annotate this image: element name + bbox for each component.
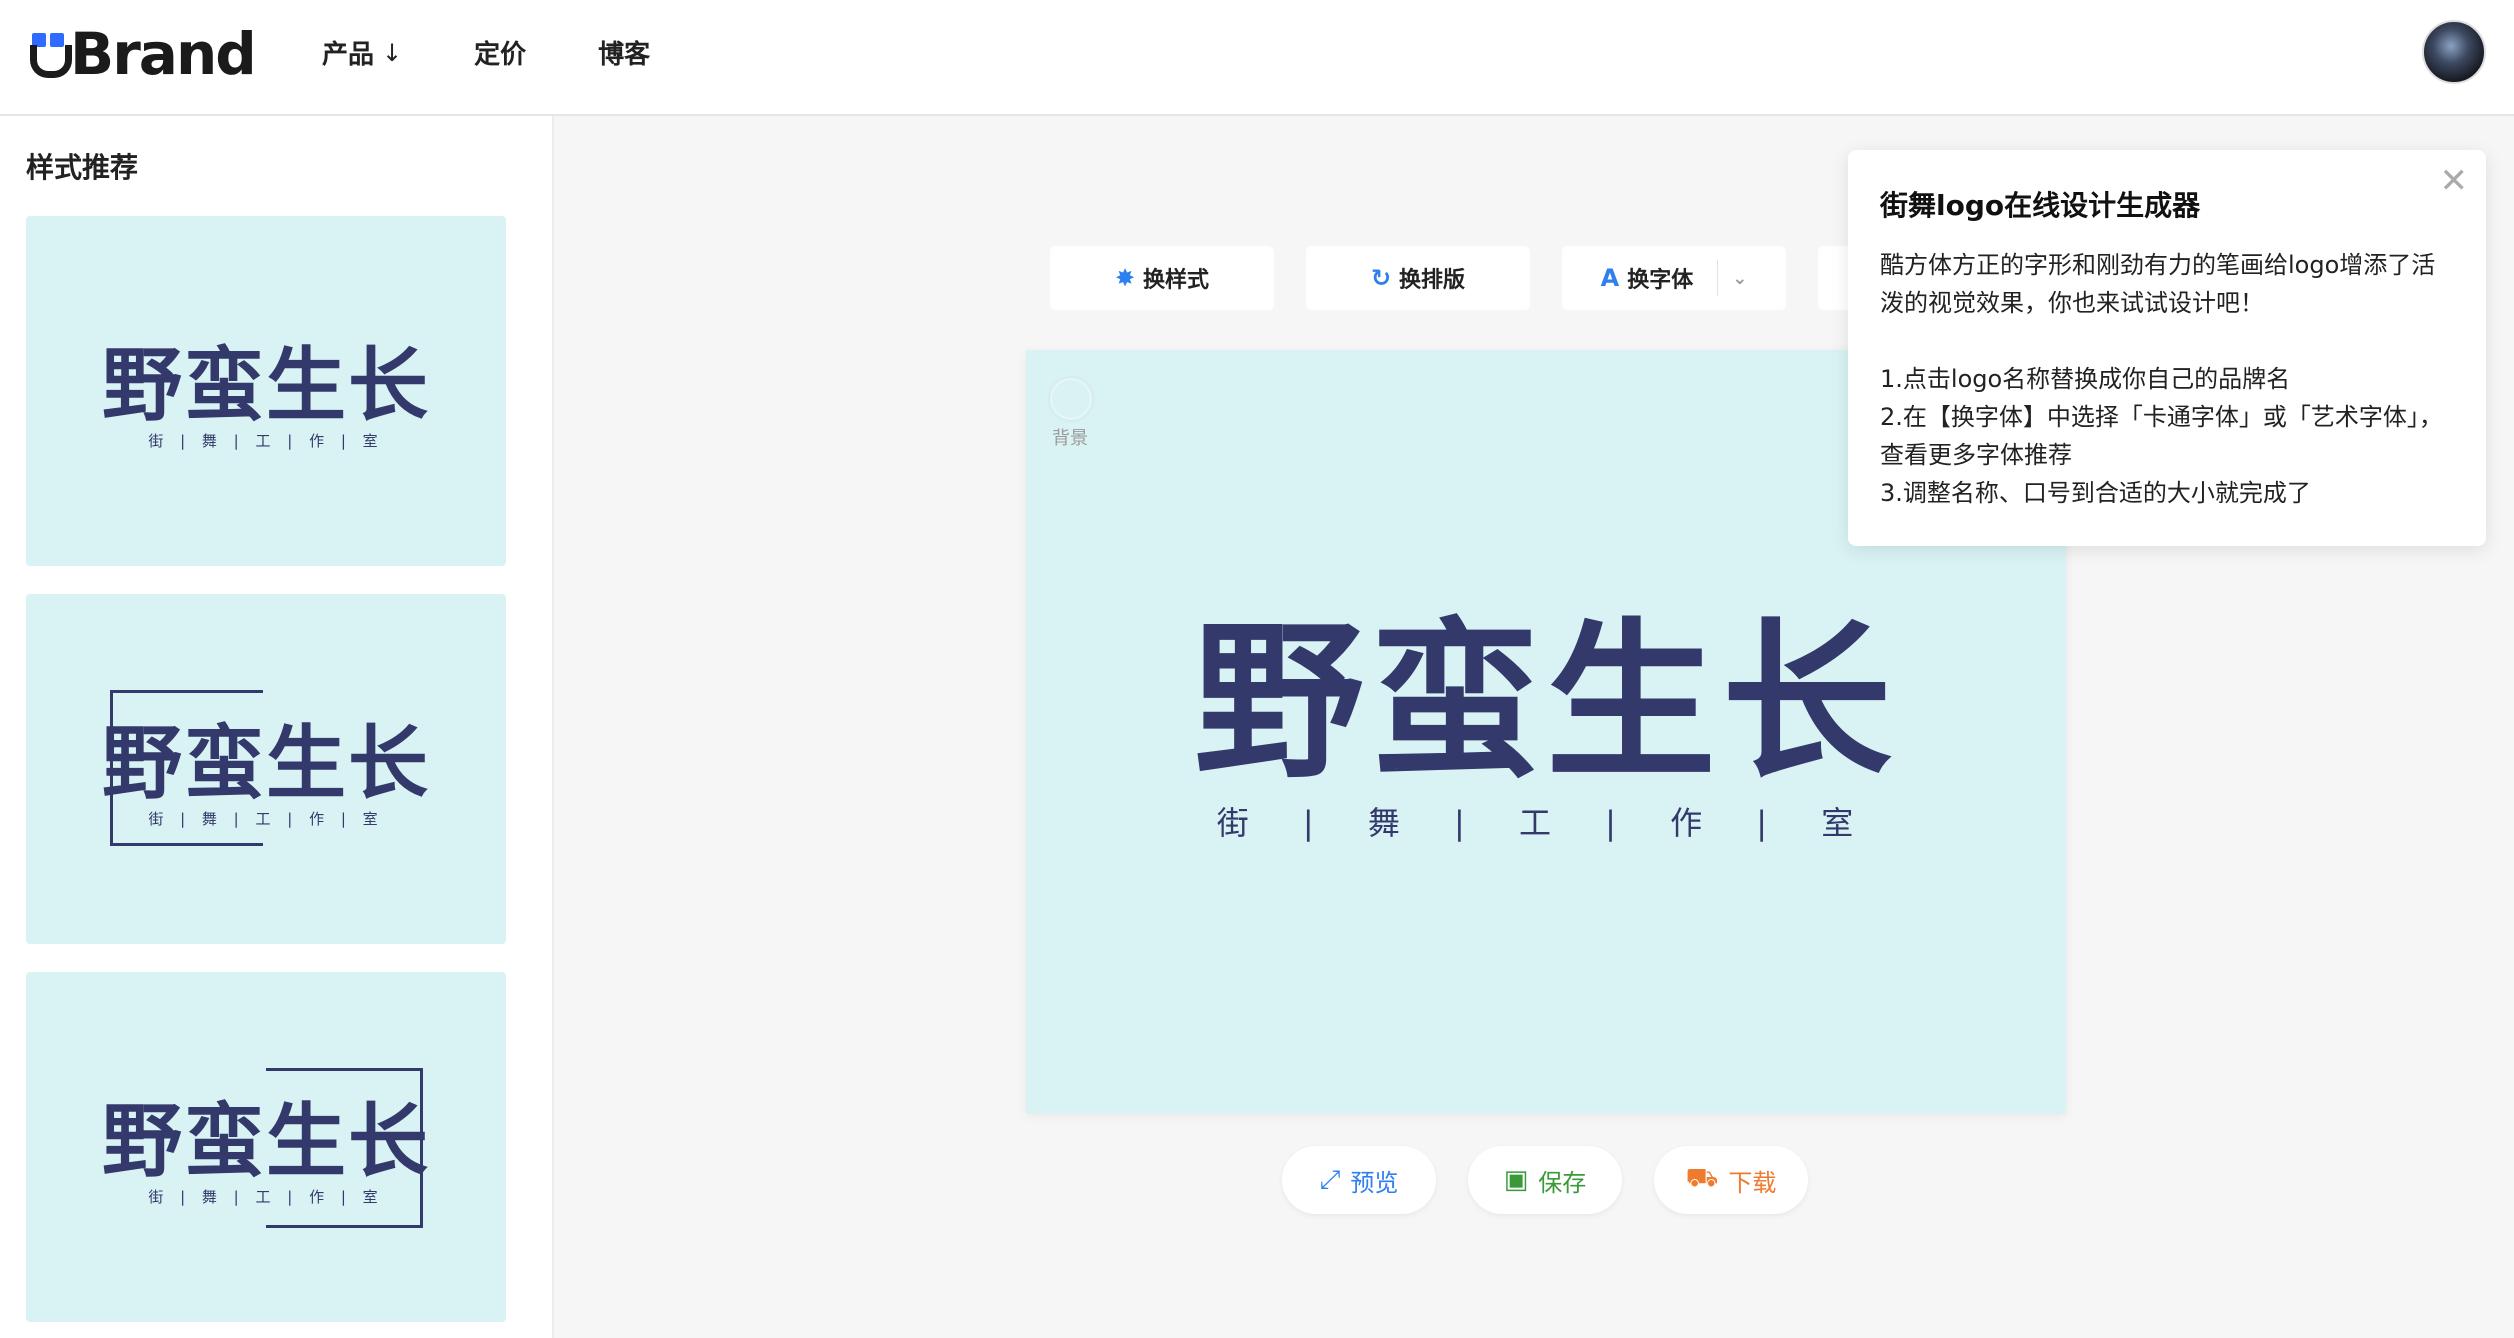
save-button[interactable]: ▣ 保存 (1468, 1146, 1622, 1214)
tooltip-step-1: 1.点击logo名称替换成你自己的品牌名 (1880, 365, 2291, 393)
logo-cup (30, 45, 72, 78)
change-style-button[interactable]: ✸ 换样式 (1050, 246, 1274, 310)
font-a-icon: A (1600, 264, 1620, 292)
style-thumb-3[interactable]: 野蛮生长 街 | 舞 | 工 | 作 | 室 (26, 972, 506, 1322)
logo-brand-name[interactable]: 野蛮生长 (1026, 618, 2066, 788)
close-icon[interactable]: ✕ (2440, 164, 2469, 198)
tooltip-step-2: 2.在【换字体】中选择「卡通字体」或「艺术字体」，查看更多字体推荐 (1880, 403, 2443, 469)
change-font-button[interactable]: A 换字体 ⌄ (1562, 246, 1786, 310)
main-nav: 产品 ↓ 定价 博客 (322, 34, 722, 71)
style-thumb-2[interactable]: 野蛮生长 街 | 舞 | 工 | 作 | 室 (26, 594, 506, 944)
thumb-brand: 野蛮生长 (102, 339, 430, 432)
save-icon: ▣ (1503, 1165, 1529, 1195)
nav-item-blog[interactable]: 博客 (598, 34, 650, 71)
change-style-label: 换样式 (1143, 268, 1210, 293)
guide-tooltip: ✕ 街舞logo在线设计生成器 酷方体方正的字形和刚劲有力的笔画给logo增添了… (1848, 150, 2486, 546)
thumb-slogan: 街 | 舞 | 工 | 作 | 室 (148, 1188, 384, 1206)
nav-item-label: 定价 (474, 40, 527, 70)
logo-slogan[interactable]: 街 | 舞 | 工 | 作 | 室 (1026, 798, 2066, 844)
nav-item-label: 博客 (598, 40, 651, 70)
tooltip-body: 酷方体方正的字形和刚劲有力的笔画给logo增添了活泼的视觉效果，你也来试试设计吧… (1880, 246, 2454, 512)
thumb-slogan: 街 | 舞 | 工 | 作 | 室 (148, 810, 384, 828)
style-sidebar: 样式推荐 野蛮生长 街 | 舞 | 工 | 作 | 室 野蛮生长 街 | 舞 |… (0, 116, 554, 1338)
cart-icon: ⛟ (1685, 1163, 1719, 1193)
download-button[interactable]: ⛟ 下载 (1654, 1146, 1808, 1214)
editor-toolbar: ✸ 换样式 ↻ 换排版 A 换字体 ⌄ (1050, 246, 1890, 310)
tooltip-title: 街舞logo在线设计生成器 (1880, 189, 2201, 222)
thumb-brand: 野蛮生长 (102, 1095, 430, 1188)
chevron-down-icon[interactable]: ⌄ (1732, 268, 1747, 289)
sparkle-icon: ✸ (1114, 264, 1136, 292)
change-layout-button[interactable]: ↻ 换排版 (1306, 246, 1530, 310)
nav-item-pricing[interactable]: 定价 (474, 34, 526, 71)
refresh-icon: ↻ (1370, 264, 1392, 292)
preview-button[interactable]: ⤢ 预览 (1282, 1146, 1436, 1214)
logo-u-mark (28, 29, 72, 79)
split-divider (1717, 260, 1719, 296)
user-avatar[interactable] (2422, 20, 2486, 84)
canvas-actions: ⤢ 预览 ▣ 保存 ⛟ 下载 (1282, 1146, 1840, 1214)
save-label: 保存 (1538, 1168, 1587, 1197)
change-layout-label: 换排版 (1399, 268, 1466, 293)
preview-label: 预览 (1350, 1168, 1399, 1197)
background-label: 背景 (1052, 428, 1088, 449)
top-header: Brand 产品 ↓ 定价 博客 (0, 0, 2514, 116)
sidebar-title: 样式推荐 (26, 151, 139, 184)
tooltip-intro: 酷方体方正的字形和刚劲有力的笔画给logo增添了活泼的视觉效果，你也来试试设计吧… (1880, 251, 2436, 317)
expand-icon: ⤢ (1319, 1164, 1341, 1195)
arrow-down-icon: ↓ (382, 38, 403, 67)
tooltip-gap (1880, 322, 2454, 360)
tooltip-step-3: 3.调整名称、口号到合适的大小就完成了 (1880, 479, 2311, 507)
nav-item-products[interactable]: 产品 ↓ (322, 34, 402, 71)
logo-text: Brand (70, 20, 257, 88)
ubrand-logo[interactable]: Brand (28, 20, 257, 88)
nav-item-label: 产品 (322, 40, 375, 70)
change-font-label: 换字体 (1627, 268, 1694, 293)
style-thumb-1[interactable]: 野蛮生长 街 | 舞 | 工 | 作 | 室 (26, 216, 506, 566)
thumb-brand: 野蛮生长 (102, 717, 430, 810)
background-color-swatch[interactable] (1050, 378, 1092, 420)
download-label: 下载 (1728, 1168, 1777, 1197)
thumb-slogan: 街 | 舞 | 工 | 作 | 室 (148, 432, 384, 450)
